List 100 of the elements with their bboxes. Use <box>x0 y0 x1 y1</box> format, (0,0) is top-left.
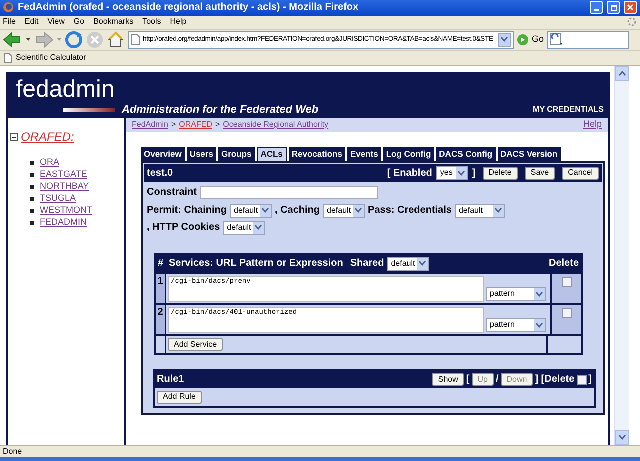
chevron-down-icon <box>494 208 502 214</box>
bracket-text: [ <box>466 373 470 388</box>
acl-name: test.0 <box>147 166 174 181</box>
tab[interactable]: ACLs <box>256 147 287 162</box>
field-label: Constraint <box>147 186 197 200</box>
chevron-down-icon <box>618 435 626 440</box>
tree-link[interactable]: FEDADMIN <box>40 216 87 230</box>
page-icon <box>4 53 12 64</box>
checkbox[interactable] <box>562 308 572 318</box>
window-title: FedAdmin (orafed - oceanside regional authority - acls) - Mozilla Firefox <box>18 1 360 16</box>
menu-item[interactable]: Bookmarks <box>94 16 134 28</box>
bullet-icon <box>30 160 34 165</box>
close-button[interactable] <box>624 1 637 14</box>
tree-link[interactable]: ORA <box>40 156 60 170</box>
dropdown[interactable]: default <box>454 204 505 218</box>
collapse-toggle[interactable] <box>10 133 18 142</box>
checkbox[interactable] <box>576 374 587 385</box>
tab[interactable]: Groups <box>218 147 255 162</box>
go-button[interactable]: Go <box>532 33 544 47</box>
button[interactable]: Save <box>524 166 556 180</box>
column-header: Services: URL Pattern or Expression <box>169 257 344 272</box>
breadcrumb-link[interactable]: Oceanside Regional Authority <box>223 119 329 132</box>
button[interactable]: Add Service <box>168 338 224 352</box>
constraint-field[interactable] <box>200 186 378 200</box>
maximize-button[interactable] <box>607 1 620 14</box>
chevron-down-icon <box>419 261 426 266</box>
field-label: , HTTP Cookies <box>147 221 220 236</box>
menu-item[interactable]: Tools <box>142 16 162 28</box>
enabled-label: [ Enabled <box>387 166 432 181</box>
site-logo: fedadmin <box>15 75 116 104</box>
chevron-down-icon <box>255 225 262 230</box>
bullet-icon <box>30 208 34 213</box>
back-arrow-icon[interactable] <box>3 32 23 48</box>
tagline: Administration for the Federated Web <box>122 102 320 118</box>
tree-link[interactable]: WESTMONT <box>40 204 92 218</box>
tab[interactable]: Log Config <box>383 147 434 162</box>
dropdown[interactable]: default <box>387 256 430 271</box>
tab[interactable]: DACS Version <box>498 147 561 162</box>
bullet-icon <box>30 196 34 201</box>
close-icon <box>627 4 634 12</box>
menu-item[interactable]: Help <box>170 16 187 28</box>
menu-item[interactable]: Go <box>74 16 85 28</box>
page-icon <box>131 34 140 46</box>
breadcrumb-separator: > <box>215 119 220 132</box>
button[interactable]: Add Rule <box>157 390 202 404</box>
dropdown[interactable]: pattern <box>486 318 546 332</box>
help-link[interactable]: Help <box>583 118 602 132</box>
dropdown[interactable]: yes <box>436 166 468 180</box>
menu-item[interactable]: File <box>3 16 16 28</box>
chevron-down-icon <box>536 292 543 297</box>
tab[interactable]: Revocations <box>288 147 346 162</box>
tree-link[interactable]: TSUGLA <box>40 192 76 206</box>
tab[interactable]: DACS Config <box>436 147 496 162</box>
scrollbar[interactable] <box>614 66 629 446</box>
menu-item[interactable]: Edit <box>24 16 39 28</box>
button[interactable]: Cancel <box>562 166 599 180</box>
search-engine-icon <box>550 33 564 46</box>
field-label: Permit: Chaining <box>147 204 228 218</box>
dropdown[interactable]: pattern <box>486 287 546 302</box>
menu-item[interactable]: View <box>48 16 65 28</box>
bracket-text: ] <box>472 166 476 181</box>
tab[interactable]: Users <box>186 147 216 162</box>
breadcrumb-link[interactable]: ORAFED <box>179 119 212 132</box>
reload-icon[interactable] <box>65 30 83 49</box>
scroll-up-button[interactable] <box>615 66 629 82</box>
chevron-down-icon <box>262 208 270 214</box>
tree-link[interactable]: NORTHBAY <box>40 180 90 194</box>
dropdown[interactable]: default <box>223 220 266 235</box>
tree-link[interactable]: EASTGATE <box>40 168 88 182</box>
go-icon[interactable] <box>517 34 529 46</box>
row-number: 1 <box>156 274 166 304</box>
search-field[interactable] <box>547 30 630 49</box>
bullet-icon <box>30 172 34 177</box>
button[interactable]: Show <box>432 373 464 386</box>
chevron-down-icon <box>536 322 543 328</box>
column-header: Delete <box>548 257 579 272</box>
chevron-down-icon <box>458 170 466 176</box>
throbber-icon <box>627 17 637 28</box>
breadcrumb-separator: > <box>171 119 176 132</box>
chevron-down-icon <box>501 37 508 42</box>
caret-icon[interactable] <box>26 38 31 42</box>
bullet-icon <box>30 220 34 225</box>
breadcrumb-link[interactable]: FedAdmin <box>132 119 168 132</box>
dropdown[interactable]: default <box>323 204 366 218</box>
tab[interactable]: Overview <box>141 147 185 162</box>
button[interactable]: Delete <box>482 166 518 180</box>
home-icon[interactable] <box>107 30 125 49</box>
minimize-button[interactable] <box>590 1 603 14</box>
checkbox[interactable] <box>562 277 572 288</box>
tab[interactable]: Events <box>347 147 382 162</box>
column-header: # <box>158 257 165 272</box>
tree-root-link[interactable]: ORAFED: <box>21 128 74 146</box>
my-credentials-link[interactable]: MY CREDENTIALS <box>533 104 604 116</box>
field-label: Pass: Credentials <box>368 204 452 218</box>
dropdown[interactable]: default <box>230 204 272 218</box>
bullet-icon <box>30 184 34 189</box>
bracket-text: / <box>496 373 499 388</box>
bookmark-item[interactable]: Scientific Calculator <box>4 52 86 64</box>
bracket-text: ] <box>588 373 592 388</box>
scroll-down-button[interactable] <box>615 430 629 446</box>
